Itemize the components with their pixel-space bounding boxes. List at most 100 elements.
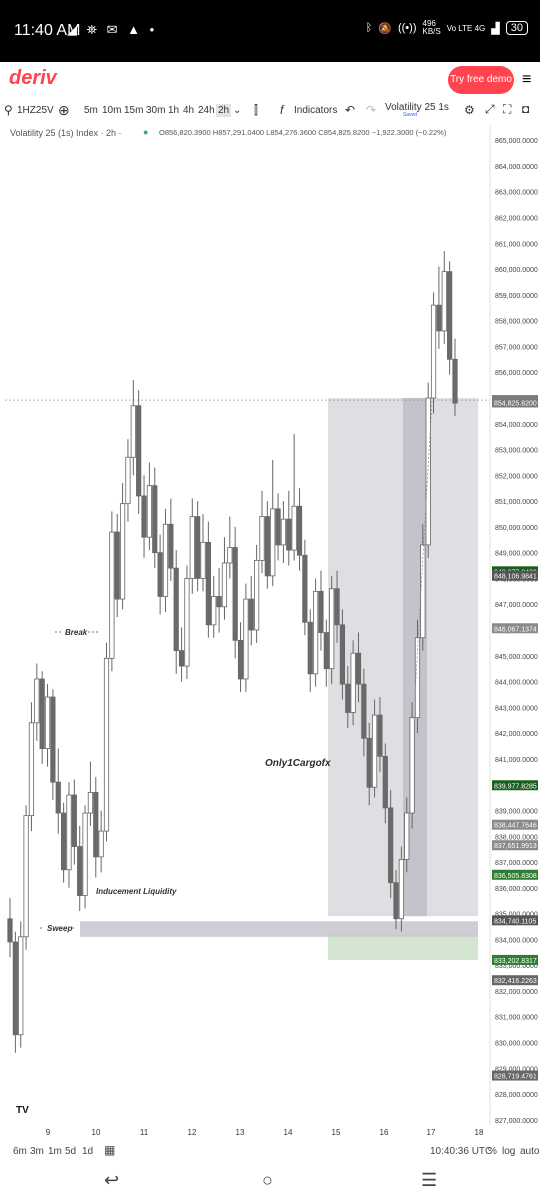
price-label: 848,106.9841 — [494, 574, 537, 581]
candle-body — [377, 714, 383, 757]
deriv-logo[interactable]: deriv — [9, 67, 57, 90]
settings-gear-icon[interactable]: ⚙ — [464, 103, 475, 117]
app-header: deriv Try free demo ≡ — [0, 62, 540, 98]
candle-body — [152, 485, 158, 554]
chart-area[interactable]: 865,000.0000 864,000.0000 863,000.0000 862,… — [0, 125, 540, 1140]
interval-5m[interactable]: 5m — [84, 105, 98, 116]
range-1m[interactable]: 1m — [48, 1146, 62, 1157]
network-speed: 496 KB/S — [422, 19, 441, 36]
expand-icon[interactable]: ⛶ — [503, 102, 511, 117]
candle-body — [7, 918, 13, 943]
interval-15m[interactable]: 15m — [124, 105, 143, 116]
candle-body — [195, 516, 201, 579]
candle-body — [44, 696, 51, 749]
price-label: 833,202.8317 — [494, 958, 537, 965]
candle-body — [398, 859, 404, 920]
candle-body — [323, 632, 329, 670]
try-free-demo-button[interactable]: Try free demo — [448, 66, 514, 94]
fullscreen-icon[interactable]: ⤢ — [485, 102, 495, 117]
menu-icon[interactable]: ≡ — [522, 71, 531, 89]
candle-body — [66, 794, 72, 871]
candle-body — [248, 598, 254, 631]
calendar-icon[interactable]: ▦ — [104, 1143, 115, 1157]
candle-body — [350, 652, 356, 713]
candle-body — [382, 755, 388, 809]
indicators-button[interactable]: Indicators — [294, 105, 337, 116]
range-6m[interactable]: 6m — [13, 1146, 27, 1157]
system-nav-bar: ↩ ○ ☰ — [0, 1162, 540, 1200]
y-tick-label: 839,000.0000 — [495, 808, 538, 815]
range-1d[interactable]: 1d — [82, 1146, 93, 1157]
candle-body — [436, 304, 442, 332]
price-label: 834,740.1105 — [494, 918, 536, 925]
battery-icon: 30 — [505, 21, 528, 35]
candle-body — [141, 495, 147, 538]
indicators-icon[interactable]: f — [280, 103, 283, 117]
candle-body — [216, 596, 222, 608]
home-icon[interactable]: ○ — [262, 1170, 273, 1191]
instrument-saved: Saved — [403, 112, 418, 118]
candle-body — [130, 405, 136, 458]
liquidity-zone — [80, 921, 478, 937]
candle-body — [339, 624, 346, 685]
candle-body — [404, 812, 410, 860]
compare-add-icon[interactable]: ⊕ — [58, 102, 70, 119]
candle-body — [28, 722, 35, 817]
candle-body — [286, 518, 292, 551]
back-icon[interactable]: ↩ — [104, 1170, 119, 1191]
mute-icon: 🔕 — [378, 22, 392, 35]
candle-body — [361, 683, 367, 739]
symbol-field[interactable]: 1HZ25V — [17, 105, 54, 116]
chart-title: Volatility 25 (1s) Index · 2h · — [10, 128, 122, 138]
y-tick-label: 832,000.0000 — [495, 989, 538, 996]
candle-body — [200, 541, 206, 579]
undo-icon[interactable]: ↶ — [345, 103, 355, 117]
candle-body — [103, 657, 110, 832]
percent-toggle[interactable]: % — [488, 1146, 497, 1157]
camera-icon[interactable]: ◘ — [522, 102, 529, 116]
interval-24h[interactable]: 24h — [198, 105, 215, 116]
candle-body — [178, 650, 185, 667]
candle-body — [119, 503, 126, 600]
redo-icon[interactable]: ↷ — [366, 103, 376, 117]
price-label: 846,067.1374 — [494, 626, 537, 633]
chevron-down-icon[interactable]: ⌄ — [233, 105, 241, 116]
bluetooth-icon: ᛒ — [365, 22, 373, 34]
interval-4h[interactable]: 4h — [183, 105, 194, 116]
auto-toggle[interactable]: auto — [520, 1146, 539, 1157]
inducement-label: Inducement Liquidity — [96, 887, 177, 896]
candle-body — [307, 621, 313, 675]
y-tick-label: 831,000.0000 — [495, 1015, 538, 1022]
candle-body — [452, 358, 458, 404]
market-open-dot-icon: ● — [143, 127, 149, 137]
x-tick-label: 10 — [92, 1128, 101, 1137]
interval-1h[interactable]: 1h — [168, 105, 179, 116]
y-tick-label: 838,000.0000 — [495, 834, 538, 841]
wifi-calling-icon: ((•)) — [397, 22, 417, 34]
y-tick-label: 828,000.0000 — [495, 1092, 538, 1099]
log-toggle[interactable]: log — [502, 1146, 515, 1157]
interval-2h[interactable]: 2h — [216, 104, 232, 117]
x-tick-label: 15 — [332, 1128, 341, 1137]
candle-body — [114, 531, 120, 600]
y-tick-label: 863,000.0000 — [495, 190, 538, 197]
candle-body — [291, 505, 297, 551]
chart-legend: Volatility 25 (1s) Index · 2h · ● O856,8… — [0, 125, 490, 141]
price-label: 828,719.4761 — [494, 1074, 537, 1081]
candle-body — [334, 588, 340, 626]
range-5d[interactable]: 5d — [65, 1146, 76, 1157]
range-3m[interactable]: 3m — [30, 1146, 44, 1157]
candle-body — [93, 792, 99, 858]
search-icon[interactable]: ⚲ — [4, 103, 13, 117]
interval-10m[interactable]: 10m — [102, 105, 121, 116]
status-bar: 11:40 AM ◢ ⛯ ✉ ▲ • ᛒ 🔕 ((•)) 496 KB/S Vo… — [0, 0, 540, 62]
candle-body — [98, 830, 104, 858]
interval-30m[interactable]: 30m — [146, 105, 165, 116]
price-label: 837,651.9913 — [494, 843, 537, 850]
recents-icon[interactable]: ☰ — [421, 1170, 437, 1191]
x-tick-label: 18 — [475, 1128, 484, 1137]
candle-body — [280, 518, 287, 546]
x-tick-label: 17 — [427, 1128, 436, 1137]
candlestick-chart[interactable]: 865,000.0000 864,000.0000 863,000.0000 862,… — [0, 125, 540, 1140]
candles-icon[interactable]: ⫿ — [254, 103, 258, 118]
